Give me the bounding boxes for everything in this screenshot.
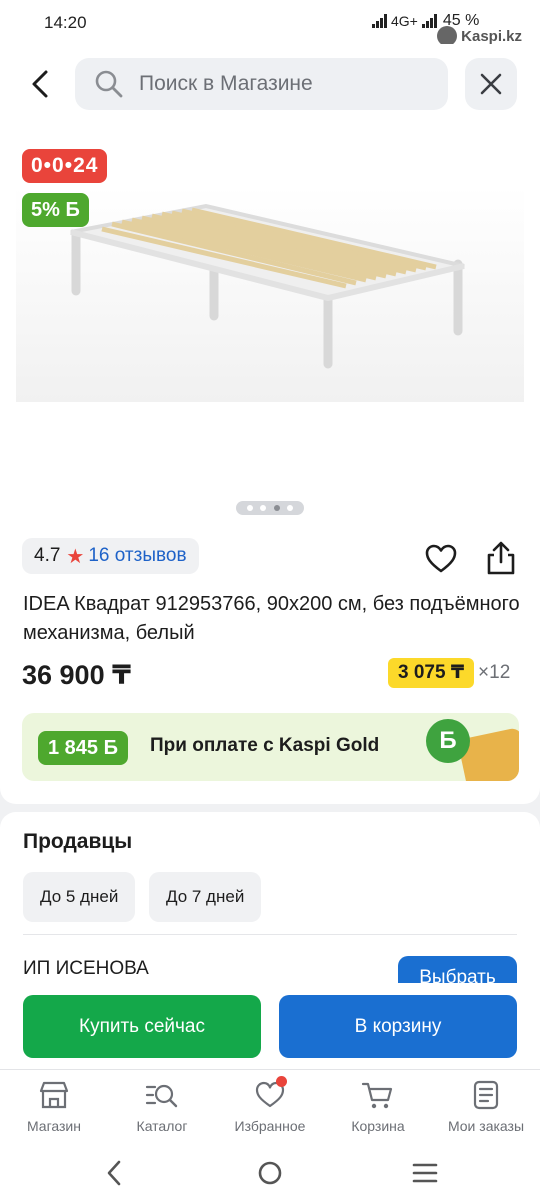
kaspi-watermark: Kaspi.kz <box>437 26 522 46</box>
system-recents-icon[interactable] <box>412 1159 438 1187</box>
top-bar: Поиск в Магазине <box>0 44 540 128</box>
rating-reviews-link[interactable]: 4.7 ★ 16 отзывов <box>22 538 199 574</box>
action-bar: Купить сейчас В корзину <box>0 983 540 1069</box>
rating-value: 4.7 <box>34 545 61 566</box>
back-button[interactable] <box>20 64 60 104</box>
gallery-dot[interactable] <box>247 505 254 511</box>
tab-store[interactable]: Магазин <box>0 1080 108 1134</box>
signal-icon-2 <box>421 14 437 28</box>
product-card: 0•0•24 5% Б 4.7 ★ 16 отзывов IDEA Квадра… <box>0 128 540 804</box>
network-type: 4G+ <box>391 13 418 29</box>
add-to-cart-button[interactable]: В корзину <box>279 995 517 1058</box>
watermark-text: Kaspi.kz <box>461 27 522 45</box>
tab-label: Каталог <box>136 1118 188 1134</box>
search-input[interactable]: Поиск в Магазине <box>75 58 448 110</box>
gallery-dot[interactable] <box>286 505 293 511</box>
product-title: IDEA Квадрат 912953766, 90х200 см, без п… <box>23 593 520 644</box>
buy-now-button[interactable]: Купить сейчас <box>23 995 261 1058</box>
bed-frame-image <box>70 203 465 369</box>
seller-name: ИП ИСЕНОВА <box>23 958 149 979</box>
tab-favorites[interactable]: Избранное <box>216 1076 324 1134</box>
timer-badge: 0•0•24 <box>22 149 108 183</box>
tab-label: Избранное <box>234 1118 306 1134</box>
tab-orders[interactable]: Мои заказы <box>432 1080 540 1134</box>
product-price: 36 900 ₸ <box>22 660 131 690</box>
reviews-count: 16 отзывов <box>88 545 187 566</box>
share-button[interactable] <box>484 540 518 576</box>
cart-icon <box>361 1082 393 1109</box>
star-icon: ★ <box>66 545 85 568</box>
gallery-dot[interactable] <box>260 505 267 511</box>
bottom-tab-bar: Магазин Каталог Избранное Корзина Мои за… <box>0 1069 540 1149</box>
signal-icon <box>372 14 387 28</box>
close-icon <box>480 73 502 95</box>
catalog-search-icon <box>145 1084 178 1108</box>
status-bar: 14:20 4G+ 45 % Kaspi.kz <box>0 0 540 46</box>
tab-cart[interactable]: Корзина <box>324 1080 432 1134</box>
kaspi-gold-bonus: 1 845 Б <box>38 731 128 765</box>
system-navigation-bar <box>0 1149 540 1200</box>
installment-amount: 3 075 ₸ <box>388 658 475 688</box>
kaspi-logo-icon <box>437 26 458 46</box>
notification-dot <box>276 1076 287 1087</box>
clear-search-button[interactable] <box>465 58 517 110</box>
bonus-coin-icon: Б <box>426 719 470 763</box>
installment-months: ×12 <box>478 662 511 683</box>
store-icon <box>39 1081 69 1109</box>
kaspi-gold-banner[interactable]: 1 845 Б При оплате с Kaspi Gold Б <box>22 713 519 781</box>
chevron-left-icon <box>32 70 48 98</box>
gallery-dots <box>236 501 304 515</box>
share-icon <box>487 541 515 575</box>
filter-chip-7-days[interactable]: До 7 дней <box>149 872 262 922</box>
system-home-icon[interactable] <box>257 1159 283 1187</box>
tab-label: Мои заказы <box>447 1118 525 1134</box>
divider <box>23 934 517 935</box>
bonus-percent-badge: 5% Б <box>22 193 89 227</box>
add-to-favorites-button[interactable] <box>424 542 458 576</box>
tab-label: Корзина <box>351 1118 405 1134</box>
orders-icon <box>473 1080 499 1110</box>
gallery-dot[interactable] <box>273 505 280 511</box>
kaspi-gold-text: При оплате с Kaspi Gold <box>150 735 380 756</box>
search-icon <box>95 70 123 98</box>
search-placeholder: Поиск в Магазине <box>139 72 313 95</box>
sellers-title: Продавцы <box>23 830 133 853</box>
heart-icon <box>425 544 457 573</box>
system-back-icon[interactable] <box>104 1159 124 1187</box>
tab-label: Магазин <box>26 1118 81 1134</box>
filter-chip-5-days[interactable]: До 5 дней <box>23 872 136 922</box>
sellers-section: Продавцы До 5 дней До 7 дней ИП ИСЕНОВА … <box>0 812 540 992</box>
tab-catalog[interactable]: Каталог <box>108 1080 216 1134</box>
installment-info[interactable]: 3 075 ₸ ×12 <box>388 658 510 688</box>
status-time: 14:20 <box>44 13 87 32</box>
product-image[interactable] <box>16 186 524 402</box>
